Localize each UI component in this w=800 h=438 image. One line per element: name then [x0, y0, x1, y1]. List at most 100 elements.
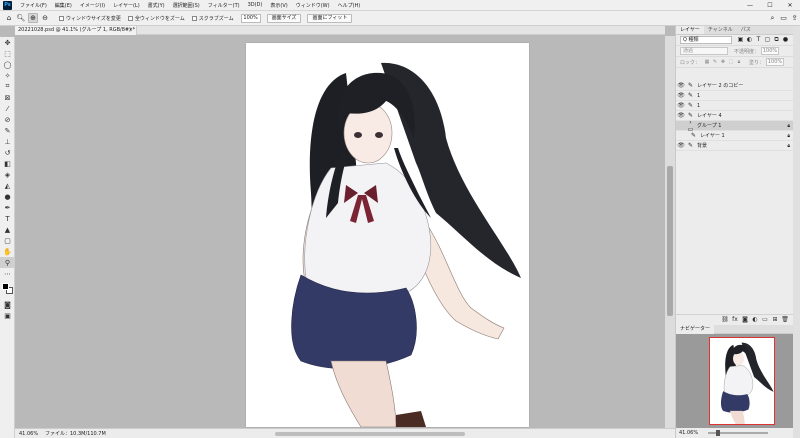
menu-help[interactable]: ヘルプ(H)	[334, 2, 365, 9]
vertical-scroll-thumb[interactable]	[667, 166, 673, 316]
canvas-area[interactable]	[15, 36, 665, 428]
visibility-eye-icon[interactable]: 👁︎	[676, 92, 686, 99]
eyedropper-tool-icon[interactable]: ⁄	[0, 103, 15, 114]
filter-adjustment-icon[interactable]: ◐	[745, 36, 754, 44]
maximize-button[interactable]: ☐	[760, 2, 780, 9]
zoom-out-icon[interactable]: ⊖	[40, 13, 50, 23]
close-tab-icon[interactable]: ×	[129, 26, 133, 35]
menu-image[interactable]: イメージ(I)	[76, 2, 109, 9]
new-layer-icon[interactable]: ⊞	[770, 316, 780, 323]
filter-toggle-icon[interactable]: ●	[781, 36, 790, 44]
stamp-tool-icon[interactable]: ⊥	[0, 136, 15, 147]
frame-tool-icon[interactable]: ⊠	[0, 92, 15, 103]
navigator-thumbnail[interactable]	[709, 337, 775, 425]
paint-bucket-tool-icon[interactable]: ◈	[0, 169, 15, 180]
filter-smart-icon[interactable]: ⧉	[772, 36, 781, 44]
zoom-percent-field[interactable]: 100%	[240, 13, 261, 23]
visibility-eye-icon[interactable]: 👁︎	[676, 112, 686, 119]
foreground-color[interactable]	[2, 283, 9, 290]
eraser-tool-icon[interactable]: ◧	[0, 158, 15, 169]
menu-filter[interactable]: フィルター(T)	[204, 2, 244, 9]
layer-row[interactable]: › ▭ グループ 1 🔒︎	[676, 119, 794, 133]
screen-mode-icon[interactable]: ▣	[0, 310, 15, 321]
new-group-icon[interactable]: ▭	[760, 316, 770, 323]
workspace-icon[interactable]: ▭	[778, 14, 789, 22]
status-zoom[interactable]: 41.06%	[15, 431, 38, 437]
blend-mode-select[interactable]: 通過	[680, 47, 728, 55]
vertical-scrollbar[interactable]	[665, 36, 675, 428]
menu-view[interactable]: 表示(V)	[266, 2, 291, 9]
layer-row[interactable]: 👁︎ ✎ 背景 🔒︎	[676, 141, 794, 151]
actual-size-button[interactable]: 画面サイズ	[266, 13, 302, 23]
fill-field[interactable]: 100%	[766, 58, 785, 66]
shape-tool-icon[interactable]: ▢	[0, 235, 15, 246]
filter-shape-icon[interactable]: ▢	[763, 36, 772, 44]
opacity-field[interactable]: 100%	[761, 47, 780, 55]
close-window-button[interactable]: ✕	[780, 2, 800, 9]
zoom-all-windows-checkbox[interactable]: 全ウィンドウをズーム	[127, 15, 185, 22]
blur-tool-icon[interactable]: ◭	[0, 180, 15, 191]
lock-transparent-icon[interactable]: ▦	[703, 59, 711, 65]
marquee-tool-icon[interactable]: ⬚	[0, 48, 15, 59]
tab-channels[interactable]: チャンネル	[704, 26, 737, 34]
menu-select[interactable]: 選択範囲(S)	[169, 2, 204, 9]
lock-all-icon[interactable]: 🔒︎	[735, 59, 743, 65]
zoom-tool-preset-icon[interactable]: 🔍︎	[16, 13, 26, 23]
zoom-tool-icon[interactable]: ⚲	[0, 257, 15, 268]
scrubby-zoom-checkbox[interactable]: スクラブズーム	[191, 15, 234, 22]
hand-tool-icon[interactable]: ✋	[0, 246, 15, 257]
fit-screen-button[interactable]: 画面にフィット	[307, 13, 353, 23]
menu-3d[interactable]: 3D(D)	[244, 2, 267, 8]
add-mask-icon[interactable]: ◙	[740, 316, 750, 323]
layer-row[interactable]: ✎ レイヤー 1 🔒︎	[676, 131, 794, 141]
document-canvas[interactable]	[246, 43, 529, 427]
brush-tool-icon[interactable]: ✎	[0, 125, 15, 136]
resize-windows-checkbox[interactable]: ウィンドウサイズを変更	[59, 15, 121, 22]
visibility-eye-icon[interactable]: 👁︎	[676, 142, 686, 149]
layer-row[interactable]: 👁︎ ✎ レイヤー 2 のコピー	[676, 81, 794, 91]
more-tools-icon[interactable]: ⋯	[0, 268, 15, 279]
lock-position-icon[interactable]: ✥	[719, 59, 727, 65]
minimize-button[interactable]: —	[740, 2, 760, 9]
filter-type-icon[interactable]: T	[754, 36, 763, 44]
zoom-in-icon[interactable]: ⊕	[28, 13, 38, 23]
color-swatches[interactable]	[0, 281, 14, 299]
navigator-zoom-slider[interactable]	[708, 430, 769, 436]
menu-edit[interactable]: 編集(E)	[51, 2, 76, 9]
history-brush-tool-icon[interactable]: ↺	[0, 147, 15, 158]
lock-image-icon[interactable]: ✎	[711, 59, 719, 65]
share-icon[interactable]: ⇪	[789, 14, 800, 22]
layer-style-icon[interactable]: fx	[730, 316, 740, 323]
healing-brush-tool-icon[interactable]: ⊘	[0, 114, 15, 125]
dodge-tool-icon[interactable]: ●	[0, 191, 15, 202]
tab-paths[interactable]: パス	[737, 26, 755, 34]
menu-window[interactable]: ウィンドウ(W)	[292, 2, 334, 9]
lock-artboard-icon[interactable]: ⬚	[727, 59, 735, 65]
type-tool-icon[interactable]: T	[0, 213, 15, 224]
home-icon[interactable]: ⌂	[4, 13, 14, 23]
visibility-eye-icon[interactable]: 👁︎	[676, 82, 686, 89]
panel-collapse-strip[interactable]	[793, 26, 800, 438]
document-tab[interactable]: 20221028.psd @ 41.1% (グループ 1, RGB/8#) * …	[15, 26, 137, 35]
lasso-tool-icon[interactable]: ◯	[0, 59, 15, 70]
pen-tool-icon[interactable]: ✒	[0, 202, 15, 213]
menu-layer[interactable]: レイヤー(L)	[109, 2, 144, 9]
menu-type[interactable]: 書式(Y)	[144, 2, 169, 9]
layer-kind-select[interactable]: Q 種類	[680, 36, 732, 44]
layer-row[interactable]: 👁︎ ✎ 1	[676, 101, 794, 111]
move-tool-icon[interactable]: ✥	[0, 37, 15, 48]
magic-wand-tool-icon[interactable]: ✧	[0, 70, 15, 81]
search-icon[interactable]: ⌕	[767, 14, 778, 23]
navigator-zoom[interactable]: 41.06%	[679, 430, 698, 436]
visibility-eye-icon[interactable]: 👁︎	[676, 102, 686, 109]
link-layers-icon[interactable]: ⛓	[720, 316, 730, 323]
tab-layers[interactable]: レイヤー	[676, 26, 704, 34]
quick-mask-icon[interactable]: ◙	[0, 299, 15, 310]
path-select-tool-icon[interactable]: ▲	[0, 224, 15, 235]
layer-row[interactable]: 👁︎ ✎ 1	[676, 91, 794, 101]
menu-file[interactable]: ファイル(F)	[16, 2, 51, 9]
delete-layer-icon[interactable]: 🗑︎	[780, 316, 790, 323]
adjustment-layer-icon[interactable]: ◐	[750, 316, 760, 323]
filter-pixel-icon[interactable]: ▣	[736, 36, 745, 44]
horizontal-scroll-thumb[interactable]	[275, 432, 465, 436]
